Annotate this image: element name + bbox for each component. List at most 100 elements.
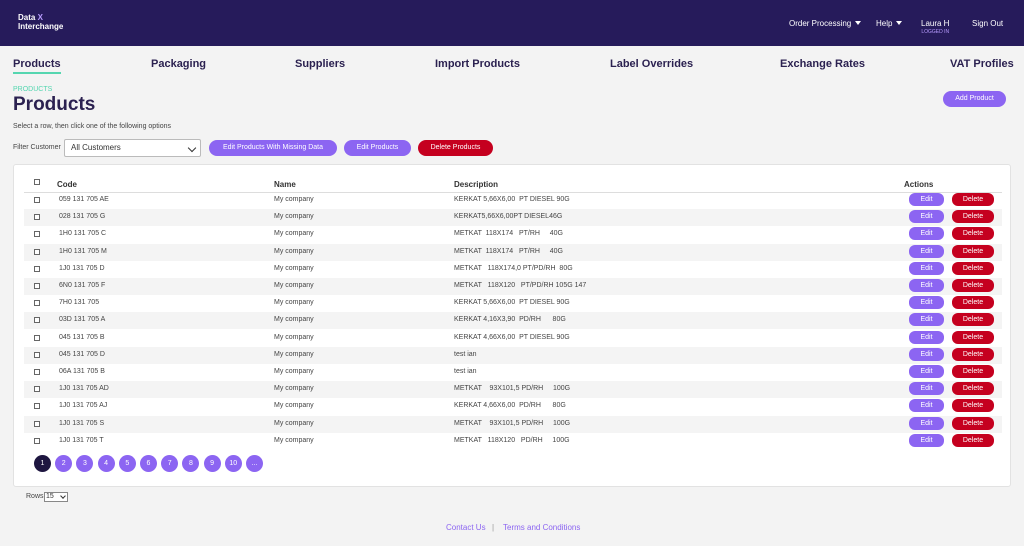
- row-checkbox[interactable]: [34, 317, 40, 324]
- row-edit-button[interactable]: Edit: [909, 433, 944, 447]
- breadcrumb[interactable]: PRODUCTS: [13, 86, 52, 93]
- page-button[interactable]: 9: [203, 455, 221, 472]
- row-delete-button[interactable]: Delete: [952, 193, 994, 206]
- delete-products-button[interactable]: Delete Products: [418, 140, 493, 156]
- table-row[interactable]: 6N0 131 705 F My company METKAT 118X120 PT…: [24, 278, 1002, 295]
- tab-suppliers[interactable]: Suppliers: [295, 58, 345, 70]
- tab-packaging[interactable]: Packaging: [151, 58, 206, 70]
- page-button[interactable]: 1: [34, 455, 51, 472]
- table-row[interactable]: 1J0 131 705 AJ My company KERKAT 4,66X6,00…: [24, 398, 1002, 415]
- row-checkbox[interactable]: [34, 231, 40, 238]
- table-row[interactable]: 06A 131 705 B My company test ian Edit Delet…: [24, 364, 1002, 381]
- page-button[interactable]: 5: [118, 455, 136, 472]
- page-button[interactable]: 2: [55, 455, 73, 472]
- tab-label-overrides[interactable]: Label Overrides: [610, 58, 693, 70]
- row-edit-button[interactable]: Edit: [909, 244, 944, 258]
- table-row[interactable]: 028 131 705 G My company KERKAT5,66X6,00PT…: [24, 209, 1002, 227]
- select-all-checkbox[interactable]: [34, 179, 40, 185]
- row-delete-button[interactable]: Delete: [952, 313, 994, 327]
- add-product-button[interactable]: Add Product: [943, 91, 1006, 107]
- row-checkbox[interactable]: [34, 214, 40, 221]
- row-edit-button[interactable]: Edit: [909, 227, 944, 241]
- tab-products[interactable]: Products: [13, 58, 61, 74]
- edit-missing-data-button[interactable]: Edit Products With Missing Data: [209, 140, 337, 156]
- page-button[interactable]: 7: [161, 455, 179, 472]
- table-row[interactable]: 1J0 131 705 S My company METKAT 93X101,5 P…: [24, 415, 1002, 433]
- row-delete-button[interactable]: Delete: [952, 330, 994, 344]
- contact-us-link[interactable]: Contact Us: [446, 523, 486, 532]
- row-edit-button[interactable]: Edit: [909, 296, 944, 310]
- order-processing-menu[interactable]: Order Processing: [789, 19, 862, 28]
- page-button[interactable]: 8: [182, 455, 200, 472]
- row-delete-button[interactable]: Delete: [952, 416, 994, 430]
- row-checkbox[interactable]: [34, 283, 40, 289]
- row-edit-button[interactable]: Edit: [909, 365, 944, 378]
- terms-link[interactable]: Terms and Conditions: [503, 523, 580, 532]
- row-edit-button[interactable]: Edit: [909, 382, 944, 396]
- column-header-description[interactable]: Description: [454, 180, 498, 189]
- row-edit-button[interactable]: Edit: [909, 193, 944, 206]
- table-row[interactable]: 1J0 131 705 AD My company METKAT 93X101,5 …: [24, 381, 1002, 399]
- cell-code: 045 131 705 B: [59, 333, 105, 341]
- row-delete-button[interactable]: Delete: [952, 227, 994, 241]
- row-edit-button[interactable]: Edit: [909, 261, 944, 275]
- tab-vat-profiles[interactable]: VAT Profiles: [950, 58, 1014, 70]
- page-button[interactable]: ...: [246, 455, 263, 472]
- help-menu[interactable]: Help: [876, 19, 903, 28]
- cell-code: 1J0 131 705 T: [59, 436, 104, 444]
- row-delete-button[interactable]: Delete: [952, 279, 994, 292]
- row-checkbox[interactable]: [34, 369, 40, 375]
- page-button[interactable]: 3: [76, 455, 94, 472]
- row-delete-button[interactable]: Delete: [952, 210, 994, 224]
- row-delete-button[interactable]: Delete: [952, 399, 994, 413]
- row-edit-button[interactable]: Edit: [909, 330, 944, 344]
- logo[interactable]: Data X Interchange: [18, 13, 63, 31]
- row-edit-button[interactable]: Edit: [909, 279, 944, 292]
- table-row[interactable]: 7H0 131 705 My company KERKAT 5,66X6,00 PT…: [24, 295, 1002, 312]
- table-row[interactable]: 045 131 705 D My company test ian Edit Delet…: [24, 346, 1002, 364]
- row-checkbox[interactable]: [34, 420, 40, 427]
- table-row[interactable]: 059 131 705 AE My company KERKAT 5,66X6,00…: [24, 192, 1002, 209]
- column-header-name[interactable]: Name: [274, 180, 296, 189]
- table-row[interactable]: 1J0 131 705 T My company METKAT 118X120 PD…: [24, 433, 1002, 450]
- row-delete-button[interactable]: Delete: [952, 261, 994, 275]
- row-checkbox[interactable]: [34, 248, 40, 255]
- row-delete-button[interactable]: Delete: [952, 433, 994, 447]
- tab-import-products[interactable]: Import Products: [435, 58, 520, 70]
- row-checkbox[interactable]: [34, 265, 40, 272]
- edit-products-button[interactable]: Edit Products: [344, 140, 411, 156]
- row-checkbox[interactable]: [34, 403, 40, 410]
- page-button[interactable]: 6: [140, 455, 157, 472]
- page-button[interactable]: 10: [224, 455, 242, 472]
- cell-name: My company: [274, 264, 314, 272]
- rows-per-page-select[interactable]: 15: [44, 492, 68, 502]
- row-checkbox[interactable]: [34, 351, 40, 358]
- row-edit-button[interactable]: Edit: [909, 210, 944, 224]
- row-edit-button[interactable]: Edit: [909, 313, 944, 327]
- filter-customer-select[interactable]: All Customers: [64, 139, 201, 157]
- table-row[interactable]: 03D 131 705 A My company KERKAT 4,16X3,90 …: [24, 312, 1002, 330]
- table-row[interactable]: 045 131 705 B My company KERKAT 4,66X6,00 …: [24, 330, 1002, 347]
- row-checkbox[interactable]: [34, 197, 40, 203]
- row-delete-button[interactable]: Delete: [952, 365, 994, 378]
- row-checkbox[interactable]: [34, 437, 40, 444]
- user-info[interactable]: Laura H LOGGED IN: [921, 19, 949, 35]
- table-row[interactable]: 1H0 131 705 M My company METKAT 118X174 PT…: [24, 243, 1002, 261]
- row-edit-button[interactable]: Edit: [909, 416, 944, 430]
- table-row[interactable]: 1H0 131 705 C My company METKAT 118X174 PT…: [24, 226, 1002, 243]
- row-edit-button[interactable]: Edit: [909, 399, 944, 413]
- sign-out-link[interactable]: Sign Out: [972, 19, 1003, 28]
- row-checkbox[interactable]: [34, 386, 40, 393]
- row-delete-button[interactable]: Delete: [952, 382, 994, 396]
- row-delete-button[interactable]: Delete: [952, 296, 994, 310]
- row-checkbox[interactable]: [34, 334, 40, 341]
- page-button[interactable]: 4: [97, 455, 115, 472]
- row-delete-button[interactable]: Delete: [952, 244, 994, 258]
- table-row[interactable]: 1J0 131 705 D My company METKAT 118X174,0 …: [24, 261, 1002, 278]
- column-header-code[interactable]: Code: [57, 180, 77, 189]
- cell-code: 06A 131 705 B: [59, 368, 105, 375]
- tab-exchange-rates[interactable]: Exchange Rates: [780, 58, 865, 70]
- row-edit-button[interactable]: Edit: [909, 347, 944, 361]
- row-checkbox[interactable]: [34, 300, 40, 307]
- row-delete-button[interactable]: Delete: [952, 347, 994, 361]
